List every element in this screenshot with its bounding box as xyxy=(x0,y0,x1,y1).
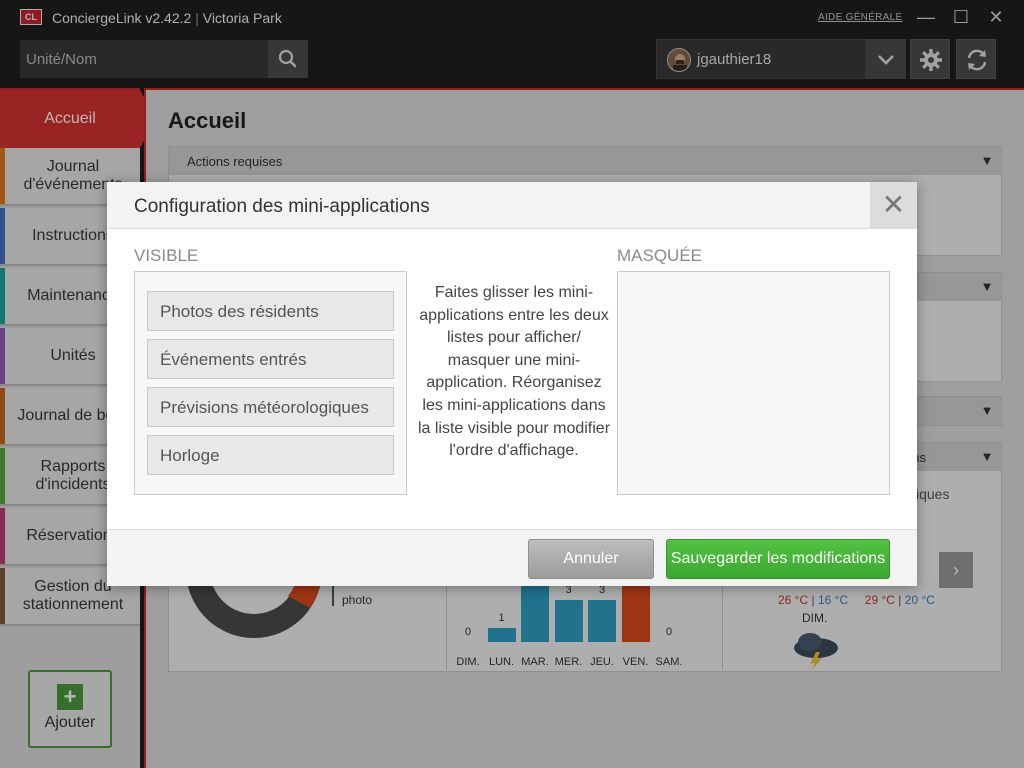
dialog-footer: Annuler Sauvegarder les modifications xyxy=(107,529,917,586)
cancel-button[interactable]: Annuler xyxy=(528,539,654,579)
list-item-weather-forecast[interactable]: Prévisions météorologiques xyxy=(147,387,394,427)
dialog-instructions: Faites glisser les mini-applications ent… xyxy=(417,284,611,460)
visible-list[interactable]: Photos des résidents Événements entrés P… xyxy=(134,271,407,495)
dialog-title: Configuration des mini-applications xyxy=(134,196,430,217)
save-changes-button[interactable]: Sauvegarder les modifications xyxy=(666,539,890,579)
close-icon[interactable]: ✕ xyxy=(870,182,917,229)
hidden-list-title: MASQUÉE xyxy=(617,246,703,265)
hidden-list[interactable] xyxy=(617,271,890,495)
visible-list-title: VISIBLE xyxy=(134,246,199,265)
dialog-header: Configuration des mini-applications ✕ xyxy=(107,182,917,229)
list-item-resident-photos[interactable]: Photos des résidents xyxy=(147,291,394,331)
list-item-clock[interactable]: Horloge xyxy=(147,435,394,475)
mini-app-config-dialog: Configuration des mini-applications ✕ VI… xyxy=(107,182,917,586)
list-item-events-entered[interactable]: Événements entrés xyxy=(147,339,394,379)
